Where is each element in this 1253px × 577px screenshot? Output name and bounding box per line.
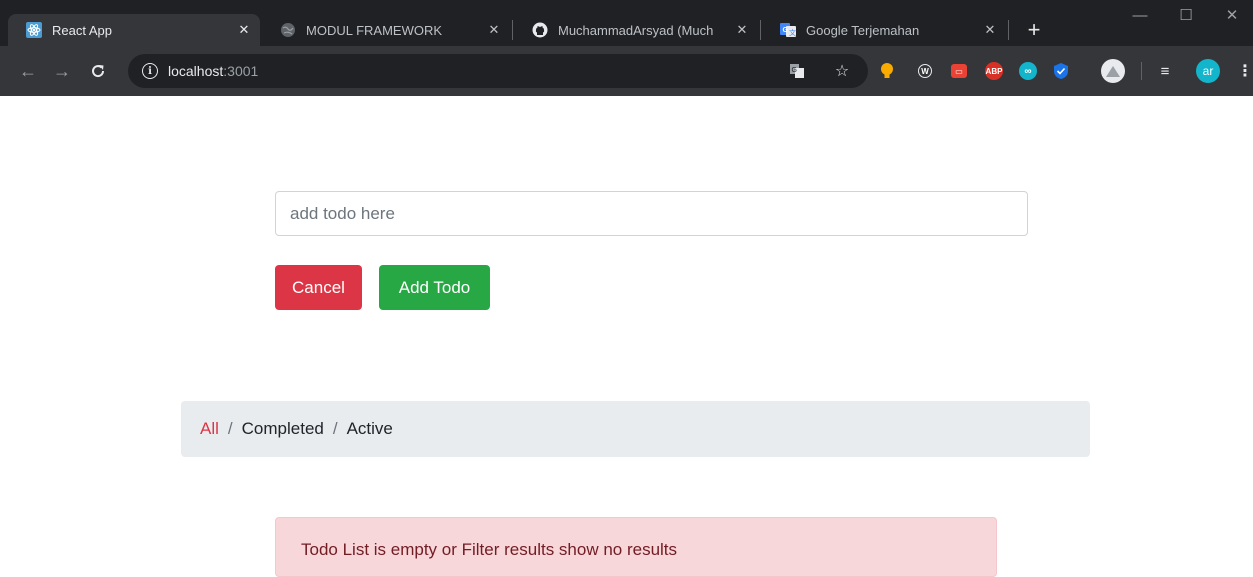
infinity-extension-icon[interactable]: ∞ bbox=[1019, 62, 1037, 80]
breadcrumb-separator: / bbox=[332, 419, 338, 438]
filter-breadcrumb: All / Completed / Active bbox=[181, 401, 1090, 457]
close-tab-icon[interactable]: ✕ bbox=[236, 22, 252, 38]
lightbulb-extension-icon[interactable] bbox=[878, 62, 896, 80]
tab-divider bbox=[760, 20, 761, 40]
translate-page-icon[interactable]: G bbox=[788, 62, 806, 80]
google-translate-icon: G文 bbox=[780, 22, 796, 38]
account-mountain-icon[interactable] bbox=[1101, 59, 1125, 83]
tab-google-translate[interactable]: G文 Google Terjemahan ✕ bbox=[762, 14, 1006, 46]
tab-title: MuchammadArsyad (Much bbox=[558, 22, 714, 38]
tab-github[interactable]: MuchammadArsyad (Much ✕ bbox=[514, 14, 758, 46]
address-bar[interactable]: i localhost:3001 G ☆ bbox=[128, 54, 868, 88]
empty-list-alert: Todo List is empty or Filter results sho… bbox=[275, 517, 997, 577]
close-tab-icon[interactable]: ✕ bbox=[734, 22, 750, 38]
tab-modul-framework[interactable]: MODUL FRAMEWORK ✕ bbox=[262, 14, 510, 46]
bookmark-star-icon[interactable]: ☆ bbox=[833, 62, 851, 80]
browser-toolbar: ← → i localhost:3001 G ☆ W ▭ ABP ∞ ≡ ar … bbox=[0, 46, 1253, 96]
filter-completed[interactable]: Completed bbox=[242, 419, 324, 439]
tab-divider bbox=[512, 20, 513, 40]
new-tab-button[interactable]: + bbox=[1018, 14, 1050, 46]
forward-icon[interactable]: → bbox=[50, 59, 74, 83]
tab-divider bbox=[1008, 20, 1009, 40]
shield-extension-icon[interactable] bbox=[1052, 62, 1070, 80]
toolbar-divider bbox=[1141, 62, 1142, 80]
close-tab-icon[interactable]: ✕ bbox=[486, 22, 502, 38]
globe-icon bbox=[280, 22, 296, 38]
tab-title: React App bbox=[52, 22, 112, 38]
site-info-icon[interactable]: i bbox=[142, 63, 158, 79]
wordpress-extension-icon[interactable]: W bbox=[918, 64, 932, 78]
adblock-plus-icon[interactable]: ABP bbox=[985, 62, 1003, 80]
profile-avatar[interactable]: ar bbox=[1196, 59, 1220, 83]
tab-title: MODUL FRAMEWORK bbox=[306, 22, 443, 38]
react-icon bbox=[26, 22, 42, 38]
cancel-button[interactable]: Cancel bbox=[275, 265, 362, 310]
minimize-window-icon[interactable]: — bbox=[1117, 0, 1163, 30]
tab-title: Google Terjemahan bbox=[806, 22, 920, 38]
github-icon bbox=[532, 22, 548, 38]
svg-text:G: G bbox=[792, 67, 797, 74]
close-tab-icon[interactable]: ✕ bbox=[982, 22, 998, 38]
filter-all[interactable]: All bbox=[200, 419, 219, 439]
todo-input[interactable] bbox=[275, 191, 1028, 236]
close-window-icon[interactable]: ✕ bbox=[1209, 0, 1253, 30]
back-icon[interactable]: ← bbox=[16, 59, 40, 83]
reload-icon[interactable] bbox=[86, 59, 110, 83]
add-todo-button[interactable]: Add Todo bbox=[379, 265, 490, 310]
screen-extension-icon[interactable]: ▭ bbox=[951, 64, 967, 78]
media-playlist-icon[interactable]: ≡ bbox=[1156, 62, 1174, 80]
tab-react-app[interactable]: React App ✕ bbox=[8, 14, 260, 46]
menu-kebab-icon[interactable]: ⋮ bbox=[1236, 62, 1253, 80]
browser-tab-strip: React App ✕ MODUL FRAMEWORK ✕ MuchammadA… bbox=[0, 0, 1253, 46]
url-text: localhost:3001 bbox=[168, 63, 259, 79]
svg-text:文: 文 bbox=[789, 28, 796, 37]
maximize-window-icon[interactable]: ☐ bbox=[1163, 0, 1209, 30]
filter-active[interactable]: Active bbox=[347, 419, 393, 439]
breadcrumb-separator: / bbox=[227, 419, 233, 438]
svg-text:G: G bbox=[783, 27, 789, 34]
